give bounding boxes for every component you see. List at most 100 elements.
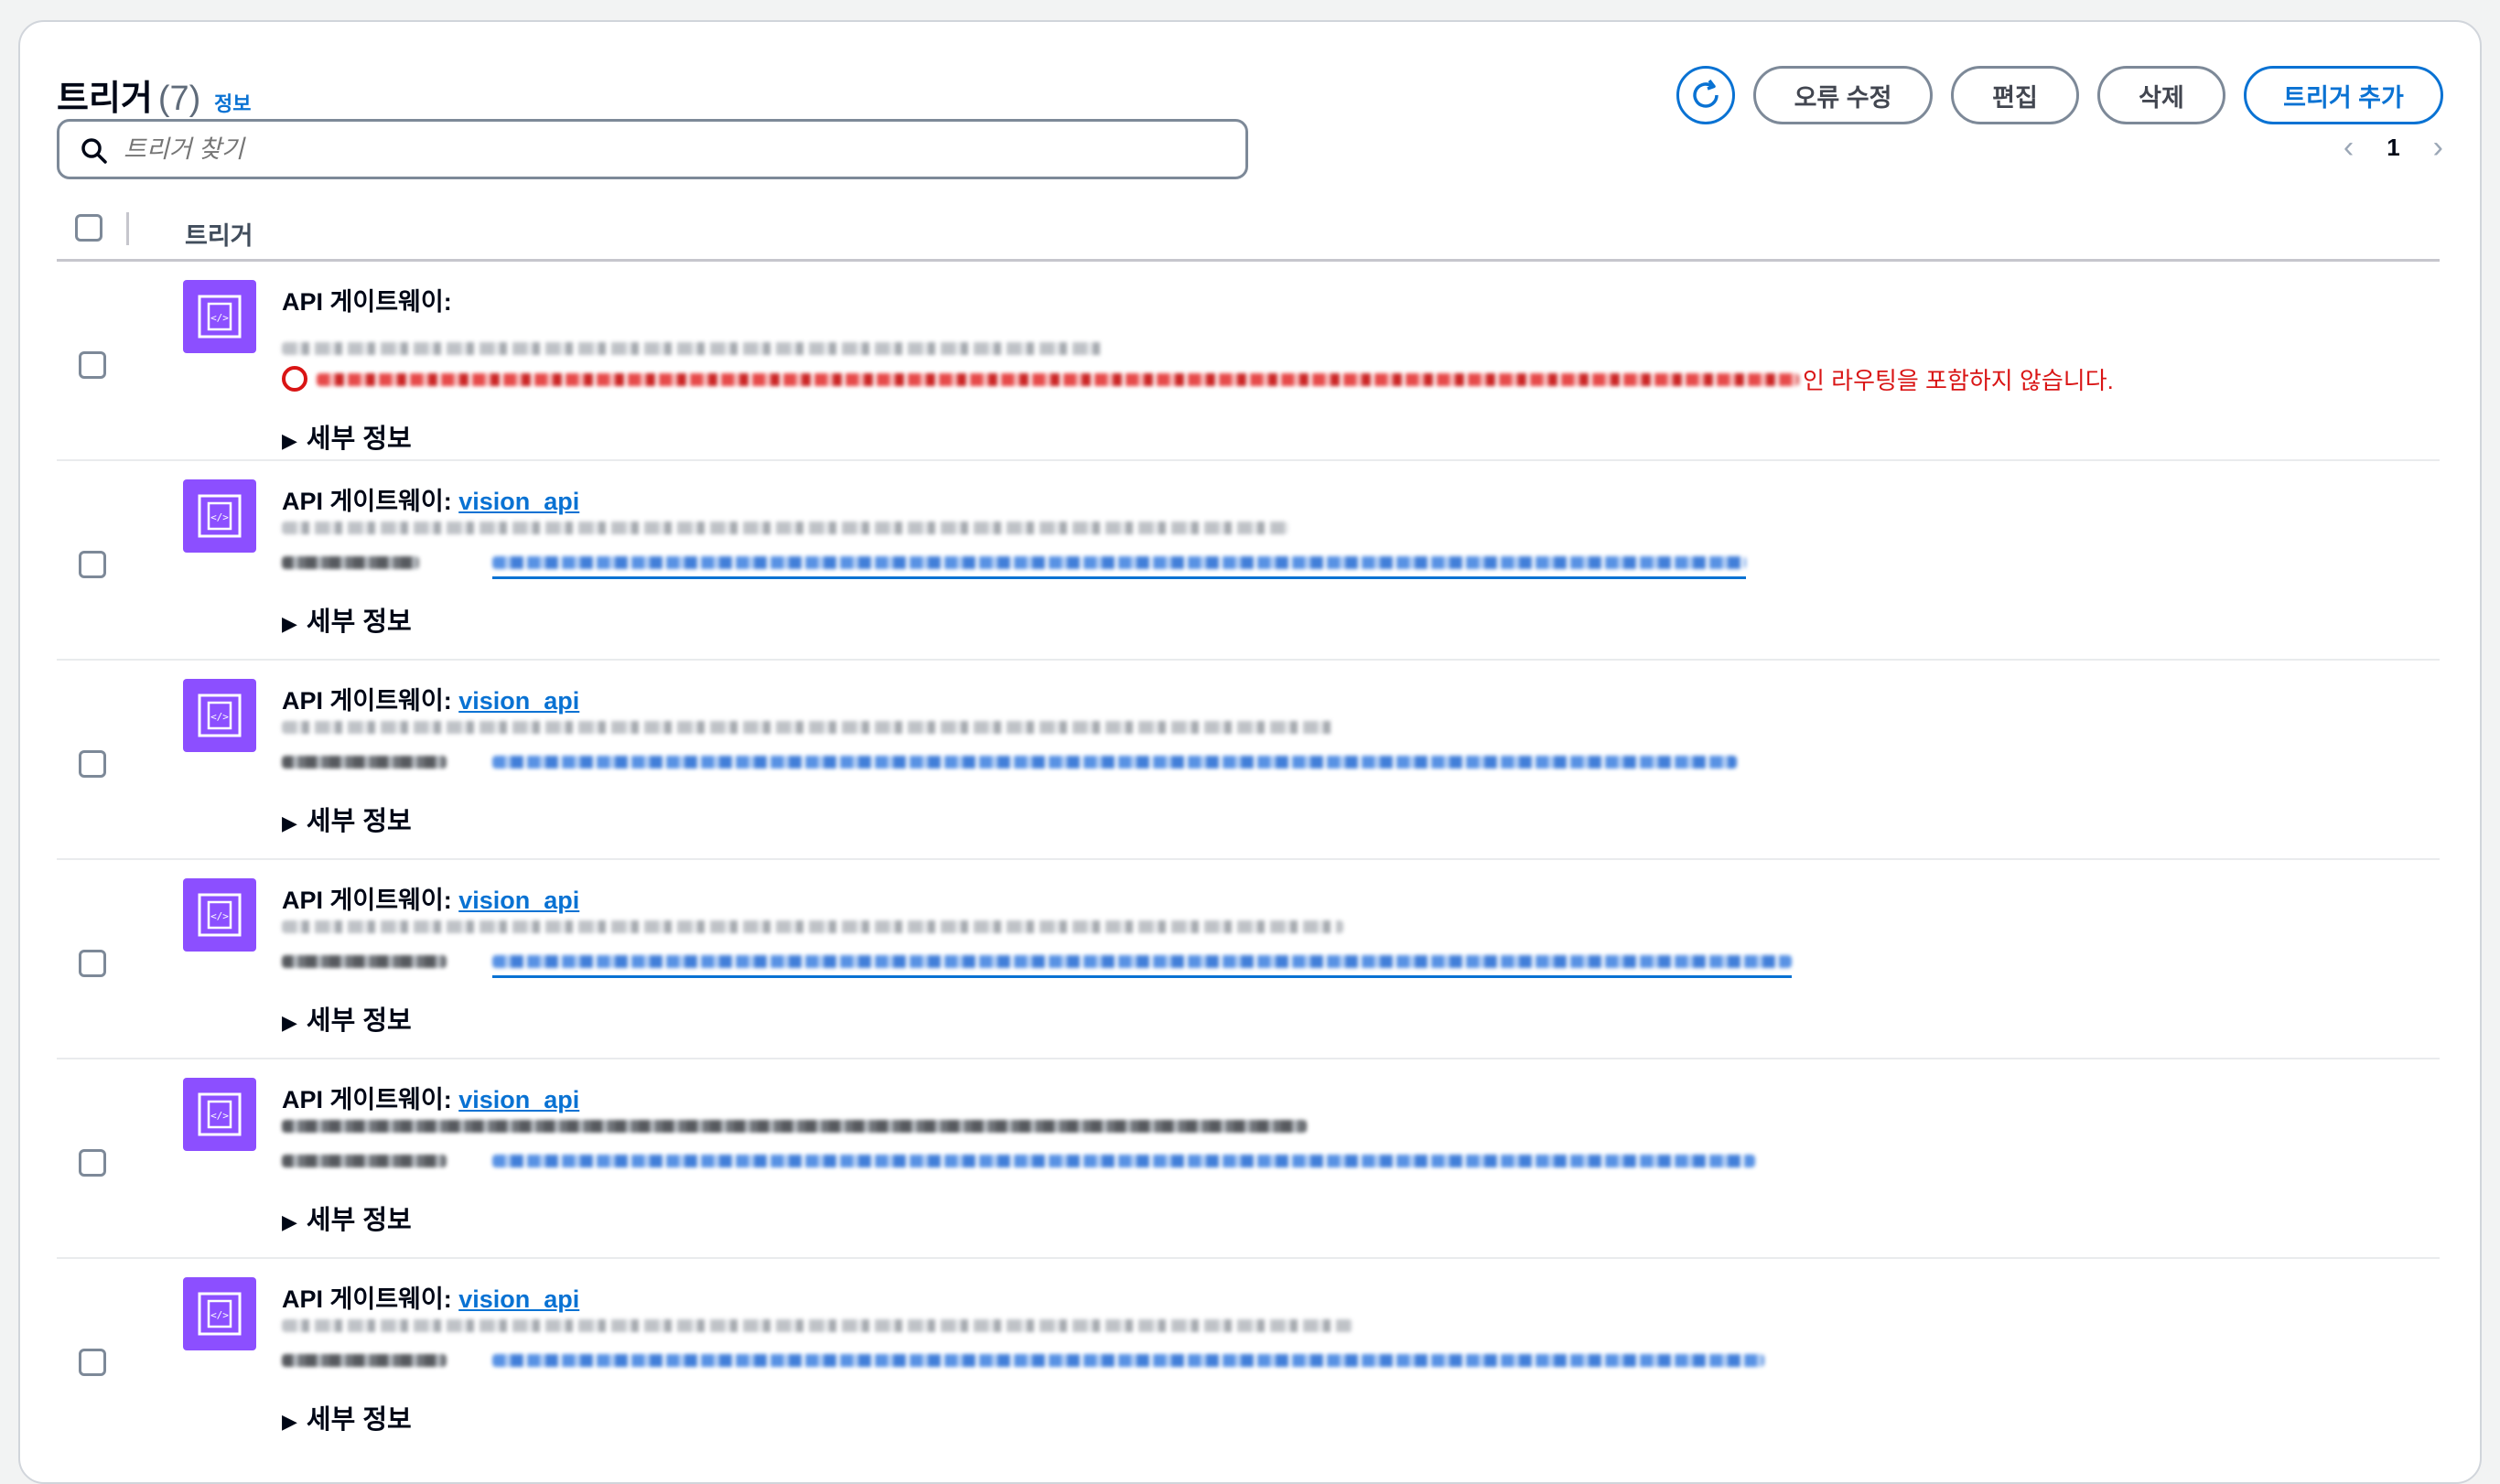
- panel-header: 트리거 (7) 정보 오류 수정 편집 삭제 트리거 추가: [57, 49, 2443, 124]
- table-row[interactable]: </> API 게이트웨이: 인 라우팅을 포함하지 않습니다. ▶ 세부 정보: [57, 263, 2440, 461]
- search-input[interactable]: [124, 127, 1222, 171]
- redacted-endpoint-url[interactable]: [492, 556, 1746, 569]
- trigger-label: API 게이트웨이:: [282, 1285, 452, 1313]
- api-gateway-icon: </>: [183, 1078, 256, 1151]
- refresh-icon: [1693, 79, 1719, 108]
- fix-errors-button[interactable]: 오류 수정: [1753, 66, 1933, 124]
- details-label: 세부 정보: [306, 1206, 412, 1235]
- page-number[interactable]: 1: [2387, 134, 2399, 162]
- redacted-arn: [282, 522, 1288, 534]
- redacted-endpoint-url[interactable]: [492, 756, 1737, 769]
- redacted-error-text: [317, 373, 1799, 386]
- chevron-left-icon[interactable]: ‹: [2344, 130, 2354, 166]
- column-divider: [126, 212, 129, 245]
- page-title: 트리거 (7): [57, 70, 200, 120]
- row-checkbox[interactable]: [79, 351, 106, 379]
- redacted-endpoint-label: [282, 556, 419, 569]
- trigger-label: API 게이트웨이:: [282, 687, 452, 715]
- add-trigger-button[interactable]: 트리거 추가: [2244, 66, 2443, 124]
- trigger-label: API 게이트웨이:: [282, 887, 452, 914]
- trigger-title: API 게이트웨이: vision_api: [282, 1080, 579, 1115]
- caret-right-icon: ▶: [282, 1011, 297, 1034]
- row-checkbox[interactable]: [79, 551, 106, 578]
- trigger-label: API 게이트웨이:: [282, 488, 452, 515]
- svg-text:</>: </>: [210, 711, 229, 723]
- details-toggle[interactable]: ▶ 세부 정보: [282, 1398, 412, 1436]
- redacted-endpoint-url[interactable]: [492, 1354, 1764, 1367]
- trigger-title: API 게이트웨이: vision_api: [282, 481, 579, 517]
- svg-text:</>: </>: [210, 910, 229, 922]
- svg-text:</>: </>: [210, 312, 229, 324]
- select-all-checkbox[interactable]: [75, 214, 102, 242]
- error-message-tail: 인 라우팅을 포함하지 않습니다.: [1803, 367, 2114, 394]
- api-gateway-icon: </>: [183, 878, 256, 952]
- api-gateway-icon: </>: [183, 280, 256, 353]
- api-link[interactable]: vision_api: [458, 887, 579, 914]
- delete-button[interactable]: 삭제: [2097, 66, 2225, 124]
- redacted-arn: [282, 1120, 1307, 1133]
- refresh-button[interactable]: [1676, 66, 1735, 124]
- svg-text:</>: </>: [210, 511, 229, 523]
- details-label: 세부 정보: [306, 608, 412, 637]
- api-link[interactable]: vision_api: [458, 1086, 579, 1113]
- table-row[interactable]: </> API 게이트웨이: vision_api ▶ 세부 정보: [57, 1261, 2440, 1458]
- caret-right-icon: ▶: [282, 429, 297, 452]
- trigger-title: API 게이트웨이: vision_api: [282, 681, 579, 716]
- trigger-title: API 게이트웨이:: [282, 282, 452, 317]
- title-text: 트리거: [57, 80, 153, 118]
- api-gateway-icon: </>: [183, 1277, 256, 1350]
- details-label: 세부 정보: [306, 1405, 412, 1435]
- info-link[interactable]: 정보: [214, 88, 251, 117]
- details-toggle[interactable]: ▶ 세부 정보: [282, 800, 412, 838]
- redacted-endpoint-url[interactable]: [492, 955, 1792, 968]
- redacted-arn: [282, 920, 1343, 933]
- redacted-endpoint-label: [282, 1155, 447, 1167]
- redacted-arn: [282, 1319, 1352, 1332]
- table-row[interactable]: </> API 게이트웨이: vision_api ▶ 세부 정보: [57, 862, 2440, 1059]
- api-link[interactable]: vision_api: [458, 488, 579, 515]
- endpoint-underline: [492, 576, 1746, 579]
- row-checkbox[interactable]: [79, 1349, 106, 1376]
- details-toggle[interactable]: ▶ 세부 정보: [282, 600, 412, 639]
- trigger-label: API 게이트웨이:: [282, 1086, 452, 1113]
- svg-text:</>: </>: [210, 1110, 229, 1122]
- table-row[interactable]: </> API 게이트웨이: vision_api ▶ 세부 정보: [57, 463, 2440, 661]
- error-icon: [282, 366, 307, 392]
- table-row[interactable]: </> API 게이트웨이: vision_api ▶ 세부 정보: [57, 662, 2440, 860]
- caret-right-icon: ▶: [282, 1410, 297, 1433]
- search-box: [57, 119, 1248, 179]
- details-toggle[interactable]: ▶ 세부 정보: [282, 1199, 412, 1237]
- triggers-panel: 트리거(7) 정보 오류 수정 편집 삭제 트리거 추가 ‹ 1 ›: [18, 20, 2482, 1484]
- row-checkbox[interactable]: [79, 1149, 106, 1177]
- column-header-trigger: 트리거: [185, 222, 253, 250]
- trigger-title: API 게이트웨이: vision_api: [282, 1279, 579, 1315]
- api-link[interactable]: vision_api: [458, 687, 579, 715]
- trigger-label: API 게이트웨이:: [282, 288, 452, 316]
- api-link[interactable]: vision_api: [458, 1285, 579, 1313]
- endpoint-underline: [492, 975, 1792, 978]
- redacted-arn: [282, 721, 1334, 734]
- api-gateway-icon: </>: [183, 679, 256, 752]
- table-row[interactable]: </> API 게이트웨이: vision_api ▶ 세부 정보: [57, 1061, 2440, 1259]
- details-label: 세부 정보: [306, 807, 412, 836]
- api-gateway-icon: </>: [183, 479, 256, 553]
- redacted-endpoint-label: [282, 955, 447, 968]
- details-toggle[interactable]: ▶ 세부 정보: [282, 417, 412, 456]
- trigger-title: API 게이트웨이: vision_api: [282, 880, 579, 916]
- redacted-arn: [282, 342, 1105, 355]
- caret-right-icon: ▶: [282, 1210, 297, 1233]
- redacted-endpoint-label: [282, 756, 447, 769]
- details-label: 세부 정보: [306, 1006, 412, 1036]
- row-checkbox[interactable]: [79, 750, 106, 778]
- header-actions: 오류 수정 편집 삭제 트리거 추가: [1676, 66, 2443, 124]
- trigger-count: (7): [157, 80, 201, 118]
- caret-right-icon: ▶: [282, 612, 297, 635]
- edit-button[interactable]: 편집: [1951, 66, 2079, 124]
- row-checkbox[interactable]: [79, 950, 106, 977]
- chevron-right-icon[interactable]: ›: [2433, 130, 2443, 166]
- svg-text:</>: </>: [210, 1309, 229, 1321]
- redacted-endpoint-url[interactable]: [492, 1155, 1755, 1167]
- search-icon: [81, 138, 107, 164]
- redacted-endpoint-label: [282, 1354, 447, 1367]
- details-toggle[interactable]: ▶ 세부 정보: [282, 999, 412, 1038]
